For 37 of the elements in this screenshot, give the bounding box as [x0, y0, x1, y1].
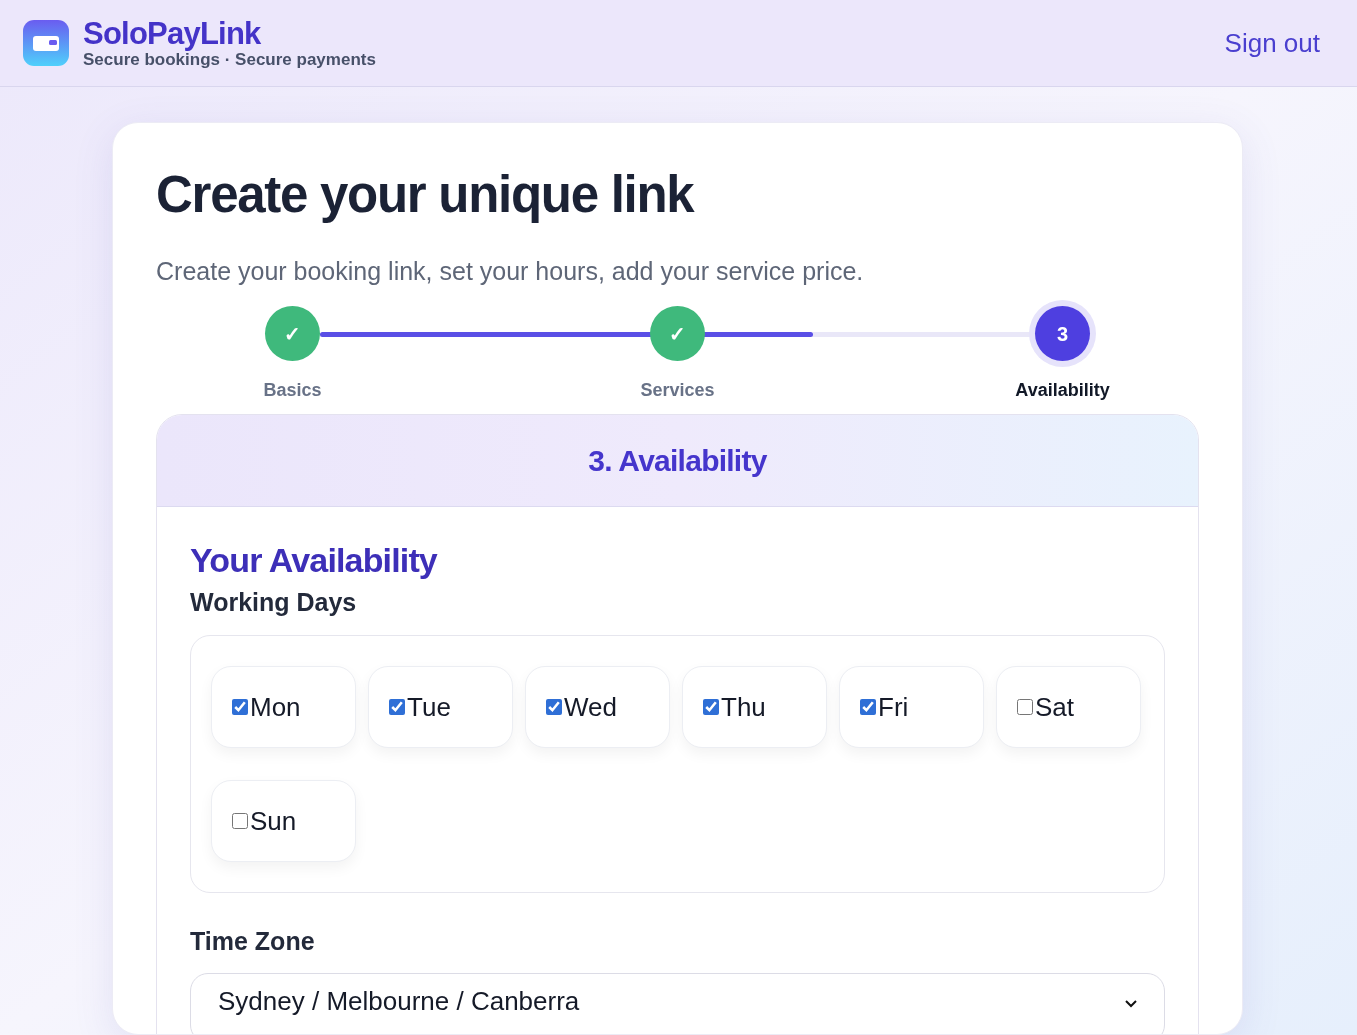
day-checkbox[interactable] [389, 699, 405, 716]
chevron-down-icon [1125, 999, 1137, 1008]
day-checkbox[interactable] [232, 813, 248, 830]
day-chip[interactable]: Mon [211, 666, 356, 749]
day-chip[interactable]: Thu [682, 666, 827, 749]
step-label: Basics [263, 379, 322, 403]
page-subtitle: Create your booking link, set your hours, add your service price. [156, 255, 865, 287]
day-label: Sun [250, 804, 297, 838]
page-title: Create your unique link [156, 165, 696, 225]
day-chip[interactable]: Sat [996, 666, 1141, 749]
field-label: Working Days [190, 586, 358, 618]
day-chip[interactable]: Fri [839, 666, 984, 749]
wallet-logo-icon [23, 20, 69, 66]
step-label: Availability [1015, 379, 1110, 403]
day-label: Thu [721, 690, 766, 724]
brand-name: SoloPayLink [83, 18, 262, 49]
day-checkbox[interactable] [546, 699, 562, 716]
tagline: Secure bookings · Secure payments [83, 51, 376, 68]
sign-out-link[interactable]: Sign out [1224, 23, 1320, 63]
day-label: Mon [250, 690, 301, 724]
field-label: Time Zone [190, 926, 316, 958]
day-label: Sat [1035, 690, 1075, 724]
day-chip[interactable]: Wed [525, 666, 670, 749]
day-label: Tue [407, 690, 451, 724]
panel-title: 3. Availability [588, 443, 767, 480]
day-label: Fri [878, 690, 909, 724]
section-heading: Your Availability [190, 540, 439, 582]
day-label: Wed [564, 690, 617, 724]
day-chip[interactable]: Sun [211, 780, 356, 863]
day-checkbox[interactable] [860, 699, 876, 716]
step-complete-marker: ✓ [650, 306, 705, 362]
step-complete-marker: ✓ [265, 306, 320, 362]
step-label: Services [640, 379, 715, 403]
day-chip[interactable]: Tue [368, 666, 513, 749]
day-checkbox[interactable] [232, 699, 248, 716]
day-checkbox[interactable] [703, 699, 719, 716]
day-checkbox[interactable] [1017, 699, 1033, 716]
